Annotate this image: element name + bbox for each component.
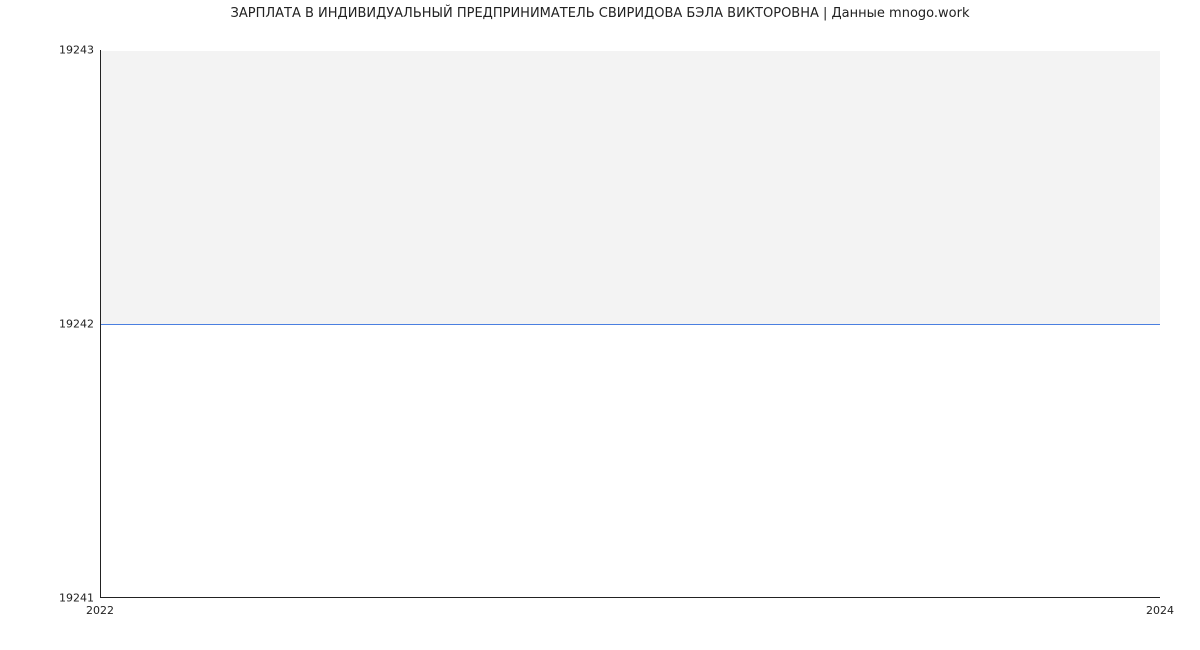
y-tick-19243: 19243	[14, 44, 94, 57]
series-line-salary	[100, 324, 1160, 325]
x-axis-spine	[100, 597, 1160, 598]
gridline-y-top	[100, 50, 1160, 51]
chart-figure: ЗАРПЛАТА В ИНДИВИДУАЛЬНЫЙ ПРЕДПРИНИМАТЕЛ…	[0, 0, 1200, 650]
y-axis-spine	[100, 50, 101, 598]
x-tick-2024: 2024	[1146, 604, 1174, 617]
x-tick-2022: 2022	[86, 604, 114, 617]
plot-area	[100, 50, 1160, 598]
grid-band	[100, 50, 1160, 324]
y-tick-19242: 19242	[14, 318, 94, 331]
y-tick-19241: 19241	[14, 592, 94, 605]
chart-title: ЗАРПЛАТА В ИНДИВИДУАЛЬНЫЙ ПРЕДПРИНИМАТЕЛ…	[0, 6, 1200, 21]
gridline-y-bot	[100, 598, 1160, 599]
